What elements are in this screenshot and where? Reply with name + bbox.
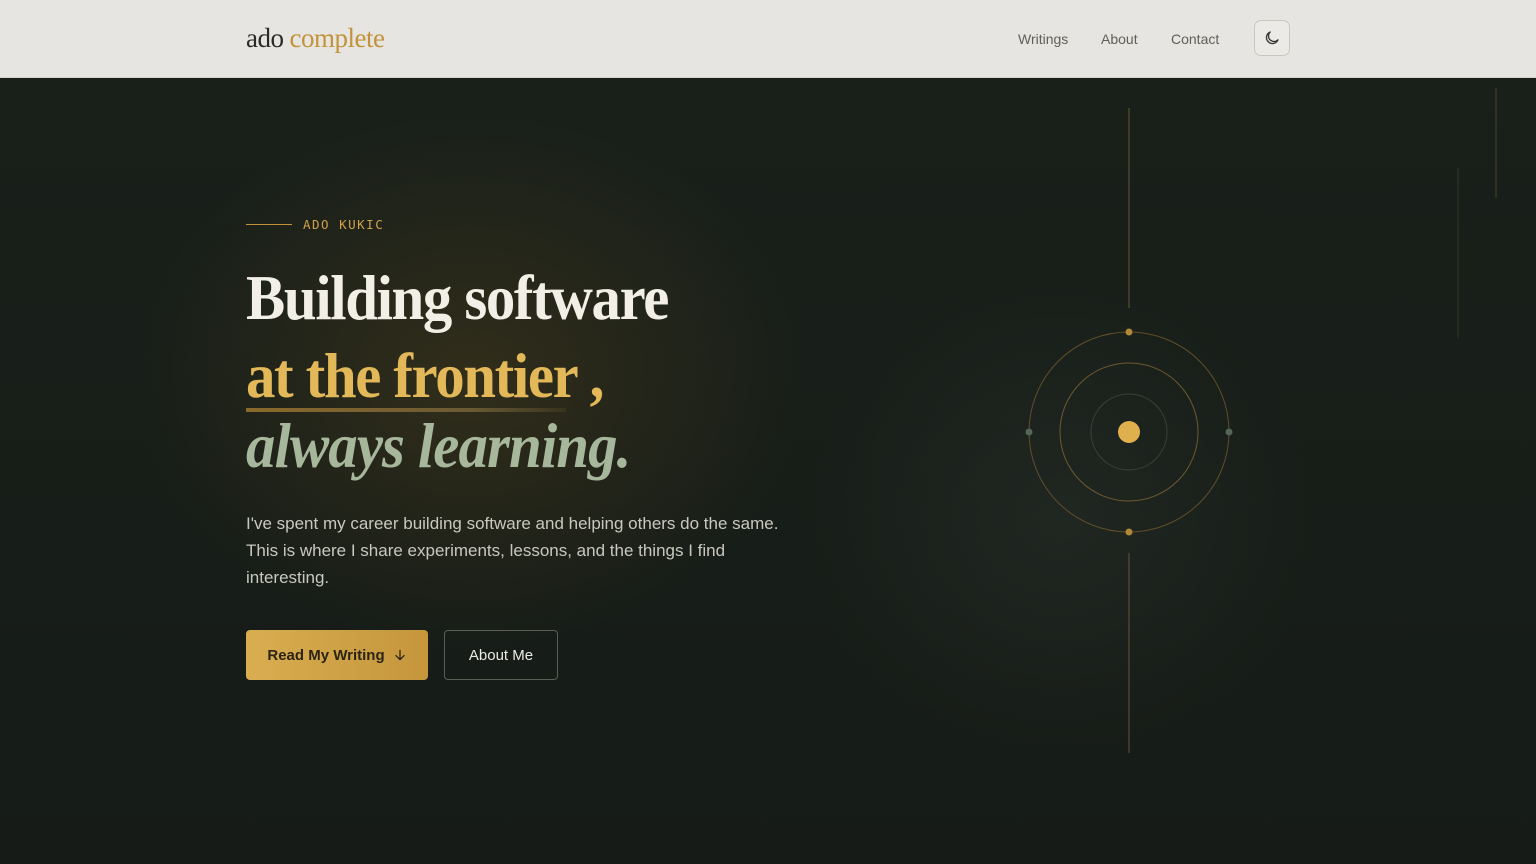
logo-text-ado: ado <box>246 23 284 53</box>
headline-line-2: at the frontier , <box>246 340 604 411</box>
logo-text-complete: complete <box>289 23 385 53</box>
site-logo[interactable]: ado complete <box>246 22 385 54</box>
hero-section: ADO KUKIC Building software at the front… <box>0 78 1536 864</box>
orbit-illustration <box>1025 108 1233 753</box>
headline-line-3: always learning. <box>246 410 631 481</box>
hero-lead-text: I've spent my career building software a… <box>246 514 779 587</box>
read-my-writing-button[interactable]: Read My Writing <box>246 630 428 680</box>
about-me-label: About Me <box>468 646 534 664</box>
arrow-down-icon <box>394 649 405 661</box>
moon-icon <box>1265 31 1279 45</box>
read-my-writing-label: Read My Writing <box>267 646 385 664</box>
decorative-edge-lines <box>1457 88 1497 338</box>
theme-toggle-button[interactable] <box>1254 20 1290 56</box>
nav-link-about[interactable]: About <box>1101 30 1138 48</box>
eyebrow-divider <box>246 224 292 225</box>
nav-link-contact[interactable]: Contact <box>1171 30 1219 48</box>
hero-eyebrow: ADO KUKIC <box>303 217 385 232</box>
about-me-button[interactable]: About Me <box>444 630 558 680</box>
nav-link-writings[interactable]: Writings <box>1018 30 1068 48</box>
headline-line-1: Building software <box>246 262 669 333</box>
site-header: ado complete Writings About Contact <box>0 0 1536 78</box>
